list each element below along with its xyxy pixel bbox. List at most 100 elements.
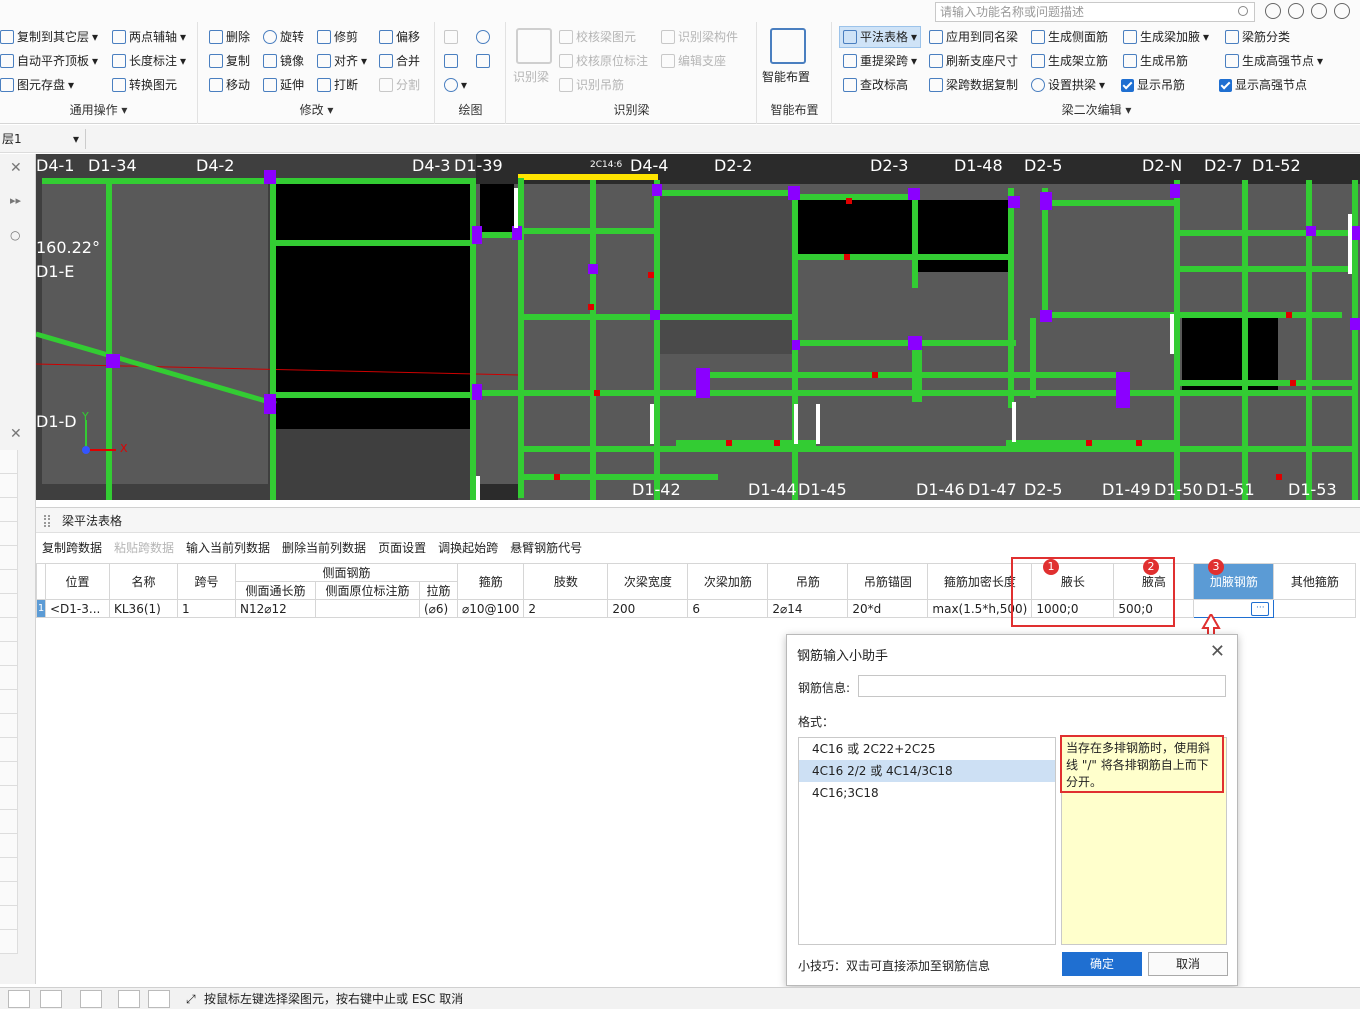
- list-item[interactable]: [0, 690, 18, 714]
- list-item[interactable]: [0, 738, 18, 762]
- merge-button[interactable]: 合并: [379, 50, 420, 72]
- apply-same-name-button[interactable]: 应用到同名梁: [929, 26, 1018, 48]
- ellipsis-icon[interactable]: ···: [1251, 602, 1270, 616]
- group-title-secondary[interactable]: 梁二次编辑 ▾: [833, 101, 1360, 118]
- col-header-hanger-anchor[interactable]: 吊筋锚固: [847, 563, 929, 600]
- copy-button[interactable]: 复制: [209, 50, 250, 72]
- col-header-hanger[interactable]: 吊筋: [767, 563, 849, 600]
- move-button[interactable]: 移动: [209, 74, 250, 96]
- list-item[interactable]: [0, 906, 18, 930]
- list-item[interactable]: [0, 594, 18, 618]
- save-element-button[interactable]: 图元存盘 ▾: [0, 74, 74, 96]
- snap-off-icon[interactable]: [8, 990, 30, 1008]
- list-item[interactable]: [0, 474, 18, 498]
- list-item[interactable]: [0, 618, 18, 642]
- col-header-haunch-bar[interactable]: 加腋钢筋: [1193, 563, 1275, 600]
- circle-draw-button[interactable]: [476, 26, 490, 48]
- function-search-input[interactable]: 请输入功能名称或问题描述: [935, 2, 1255, 22]
- copy-span-data-button[interactable]: 复制跨数据: [42, 537, 102, 559]
- check-elevation-button[interactable]: 查改标高: [843, 74, 908, 96]
- recognize-beam-button[interactable]: 识别梁: [513, 66, 549, 88]
- recognize-beam-component-button[interactable]: 识别梁构件: [661, 26, 738, 48]
- list-item[interactable]: [0, 714, 18, 738]
- ortho-icon[interactable]: [80, 990, 102, 1008]
- format-item[interactable]: 4C16;3C18: [799, 782, 1055, 804]
- show-hanger-checkbox[interactable]: 显示吊筋: [1121, 74, 1185, 96]
- layer-icon[interactable]: [118, 990, 140, 1008]
- list-item[interactable]: [0, 762, 18, 786]
- list-item[interactable]: [0, 498, 18, 522]
- col-header-sub-width[interactable]: 次梁宽度: [607, 563, 689, 600]
- length-dimension-button[interactable]: 长度标注 ▾: [112, 50, 186, 72]
- span-data-copy-button[interactable]: 梁跨数据复制: [929, 74, 1018, 96]
- list-item[interactable]: [0, 882, 18, 906]
- auto-align-slab-button[interactable]: 自动平齐顶板 ▾: [0, 50, 98, 72]
- col-header-span[interactable]: 跨号: [177, 563, 236, 600]
- smart-layout-button[interactable]: 智能布置: [762, 66, 810, 88]
- format-item[interactable]: 4C16 或 2C22+2C25: [799, 738, 1055, 760]
- col-header-other-stirrup[interactable]: 其他箍筋: [1273, 563, 1357, 600]
- list-item[interactable]: [0, 666, 18, 690]
- flat-table-button[interactable]: 平法表格 ▾: [839, 26, 922, 48]
- cell-side-long[interactable]: N12⌀12: [235, 599, 316, 618]
- close-icon[interactable]: ✕: [10, 160, 22, 176]
- paste-span-data-button[interactable]: 粘贴跨数据: [114, 537, 174, 559]
- list-item[interactable]: [0, 834, 18, 858]
- rebar-info-input[interactable]: [858, 675, 1226, 697]
- list-item[interactable]: [0, 522, 18, 546]
- check-beam-element-button[interactable]: 校核梁图元: [559, 26, 636, 48]
- cell-sub-add[interactable]: 6: [687, 599, 769, 618]
- user-icon[interactable]: [1265, 3, 1281, 19]
- line-draw-button[interactable]: [444, 50, 458, 72]
- split-button[interactable]: 分割: [379, 74, 420, 96]
- col-header-name[interactable]: 名称: [109, 563, 178, 600]
- two-point-axis-button[interactable]: 两点辅轴 ▾: [112, 26, 186, 48]
- search-icon[interactable]: ○: [10, 228, 20, 242]
- headset-icon[interactable]: [1288, 3, 1304, 19]
- list-item[interactable]: [0, 858, 18, 882]
- cell-side-mark[interactable]: [315, 599, 420, 618]
- gen-side-bar-button[interactable]: 生成侧面筋: [1031, 26, 1108, 48]
- input-column-data-button[interactable]: 输入当前列数据: [186, 537, 270, 559]
- rect-draw-button[interactable]: [476, 50, 490, 72]
- expand-icon[interactable]: ▸▸: [10, 194, 21, 207]
- help-icon[interactable]: [1334, 3, 1350, 19]
- close-icon[interactable]: ✕: [1210, 641, 1225, 662]
- re-extract-span-button[interactable]: 重提梁跨 ▾: [843, 50, 917, 72]
- cell-hanger[interactable]: 2⌀14: [767, 599, 849, 618]
- ok-button[interactable]: 确定: [1062, 952, 1142, 976]
- recognize-hanger-button[interactable]: 识别吊筋: [559, 74, 624, 96]
- delete-column-data-button[interactable]: 删除当前列数据: [282, 537, 366, 559]
- gen-erection-bar-button[interactable]: 生成架立筋: [1031, 50, 1108, 72]
- cell-span[interactable]: 1: [177, 599, 236, 618]
- arc-mode-icon[interactable]: [148, 990, 170, 1008]
- cell-stirrup[interactable]: ⌀10@100: [456, 599, 525, 618]
- cell-name[interactable]: KL36(1): [109, 599, 178, 618]
- list-item[interactable]: [0, 642, 18, 666]
- cancel-button[interactable]: 取消: [1148, 952, 1228, 976]
- col-header-stirrup[interactable]: 箍筋: [456, 563, 525, 600]
- trim-button[interactable]: 修剪: [317, 26, 358, 48]
- cantilever-bar-code-button[interactable]: 悬臂钢筋代号: [510, 537, 582, 559]
- col-header-sub-add[interactable]: 次梁加筋: [687, 563, 769, 600]
- gen-high-strength-node-button[interactable]: 生成高强节点 ▾: [1225, 50, 1323, 72]
- col-header-side-mark[interactable]: 侧面原位标注筋: [315, 581, 420, 600]
- swap-start-span-button[interactable]: 调换起始跨: [438, 537, 498, 559]
- group-title-modify[interactable]: 修改 ▾: [199, 101, 434, 118]
- set-arch-beam-button[interactable]: 设置拱梁 ▾: [1031, 74, 1105, 96]
- cell-other-stirrup[interactable]: [1273, 599, 1357, 618]
- gen-hanger-button[interactable]: 生成吊筋: [1123, 50, 1188, 72]
- show-high-strength-node-checkbox[interactable]: 显示高强节点: [1219, 74, 1307, 96]
- list-item[interactable]: [0, 450, 18, 474]
- delete-button[interactable]: 删除: [209, 26, 250, 48]
- col-header-tie[interactable]: 拉筋: [419, 581, 458, 600]
- group-title-common[interactable]: 通用操作 ▾: [0, 101, 197, 118]
- mirror-button[interactable]: 镜像: [263, 50, 304, 72]
- drawing-canvas[interactable]: D4-1 D1-34 D4-2 D4-3 D1-39 D4-4 D2-2 D2-…: [36, 154, 1360, 500]
- convert-element-button[interactable]: 转换图元: [112, 74, 177, 96]
- rotate-button[interactable]: 旋转: [263, 26, 304, 48]
- align-button[interactable]: 对齐 ▾: [317, 50, 367, 72]
- cell-sub-width[interactable]: 200: [607, 599, 689, 618]
- search-icon[interactable]: [1238, 6, 1248, 16]
- refresh-support-size-button[interactable]: 刷新支座尺寸: [929, 50, 1018, 72]
